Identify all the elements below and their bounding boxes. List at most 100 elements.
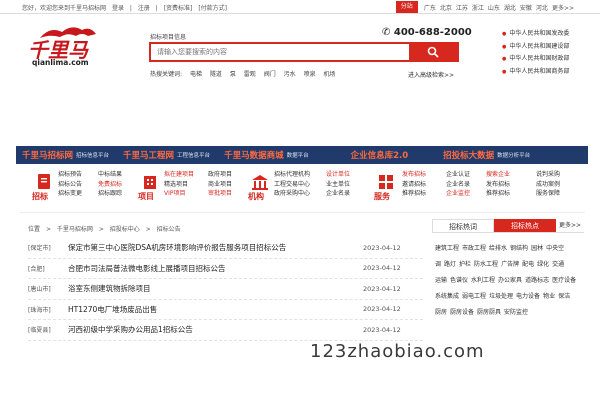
category-link[interactable]: 设计单位 (326, 170, 350, 180)
keyword-link[interactable]: 中央空 (546, 245, 564, 252)
list-item[interactable]: [珠海市] HT1270电厂堆场废品出售 2023-04-12 (28, 300, 423, 320)
listing-title[interactable]: 合肥市司法局普法微电影线上展播项目招标公告 (68, 263, 226, 274)
category-link[interactable]: 企业监控 (446, 189, 470, 199)
breadcrumb-item[interactable]: 千里马招标网 (57, 226, 93, 233)
hot-word-link[interactable]: 污水 (284, 71, 296, 78)
nav-item-zhaobiao[interactable]: 千里马招标网 招标信息平台 (16, 149, 109, 161)
gov-link[interactable]: 中华人民共和国发改委 (502, 28, 569, 41)
tab-hot-topics[interactable]: 招标热点 (494, 219, 556, 232)
keyword-link[interactable]: 配电 (522, 261, 534, 268)
city-link[interactable]: 河北 (536, 3, 548, 12)
keyword-link[interactable]: 护栏 (459, 261, 471, 268)
listing-title[interactable]: HT1270电厂堆场废品出售 (68, 304, 157, 315)
nav-item-enterprise-db[interactable]: 企业信息库2.0 (345, 149, 412, 161)
keyword-link[interactable]: 运输 (435, 277, 447, 284)
keyword-link[interactable]: 园林 (531, 245, 543, 252)
site-logo[interactable]: 千里马 qianlima.com (20, 20, 112, 76)
listing-title[interactable]: 浴室东侧建筑物拆除项目 (68, 283, 151, 294)
keyword-link[interactable]: 医疗设备 (552, 277, 576, 284)
nav-item-gongcheng[interactable]: 千里马工程网 工程信息平台 (117, 149, 210, 161)
hot-word-link[interactable]: 喷泉 (304, 71, 316, 78)
advanced-search-link[interactable]: 进入高级检索>> (408, 70, 454, 79)
gov-link[interactable]: 中华人民共和国建设部 (502, 41, 569, 54)
keyword-link[interactable]: 物业 (543, 293, 555, 300)
category-link[interactable]: 企业名录 (446, 180, 470, 190)
keyword-link[interactable]: 绿化 (537, 261, 549, 268)
keyword-link[interactable]: 道路标志 (525, 277, 549, 284)
category-link[interactable]: 企业名录 (326, 189, 350, 199)
category-link[interactable]: 推荐招标 (486, 189, 510, 199)
keyword-link[interactable]: 垃圾处理 (489, 293, 513, 300)
city-link[interactable]: 浙江 (472, 3, 484, 12)
nav-item-big-data[interactable]: 招投标大数据 数据分析平台 (437, 149, 530, 161)
category-link[interactable]: 说判采购 (536, 170, 560, 180)
hot-word-link[interactable]: 阀门 (264, 71, 276, 78)
listing-title[interactable]: 保定市第三中心医院DSA机房环境影响评价报告服务项目招标公告 (68, 242, 286, 253)
category-link[interactable]: 免费招标 (98, 180, 122, 190)
category-link[interactable]: 招标代理机构 (274, 170, 310, 180)
hot-word-link[interactable]: 电梯 (190, 71, 202, 78)
city-link[interactable]: 江苏 (456, 3, 468, 12)
nav-item-data-mall[interactable]: 千里马数据商城 数据平台 (218, 149, 309, 161)
listing-title[interactable]: 河西初级中学采购办公用品1招标公告 (68, 324, 193, 335)
keyword-link[interactable]: 防水工程 (474, 261, 498, 268)
keyword-link[interactable]: 市政工程 (462, 245, 486, 252)
keyword-link[interactable]: 给排水 (489, 245, 507, 252)
keyword-link[interactable]: 办公家具 (498, 277, 522, 284)
city-link[interactable]: 北京 (440, 3, 452, 12)
category-link[interactable]: 商业项目 (208, 180, 232, 190)
category-link[interactable]: 发布招标 (402, 170, 426, 180)
hot-word-link[interactable]: 雷观 (244, 71, 256, 78)
hot-word-link[interactable]: 机场 (324, 71, 336, 78)
keyword-link[interactable]: 水利工程 (471, 277, 495, 284)
search-input[interactable] (151, 44, 409, 60)
more-link[interactable]: 更多>> (556, 219, 584, 232)
hot-word-link[interactable]: 隧道 (210, 71, 222, 78)
city-link[interactable]: 广东 (424, 3, 436, 12)
category-link[interactable]: 招标预告 (58, 170, 82, 180)
city-link[interactable]: 湖北 (504, 3, 516, 12)
keyword-link[interactable]: 电力设备 (516, 293, 540, 300)
category-link[interactable]: 企业认证 (446, 170, 470, 180)
fees-link[interactable]: [资费标准] (164, 5, 193, 12)
list-item[interactable]: [临夏县] 河西初级中学采购办公用品1招标公告 2023-04-12 (28, 320, 423, 341)
list-item[interactable]: [保定市] 保定市第三中心医院DSA机房环境影响评价报告服务项目招标公告 202… (28, 238, 423, 259)
category-link[interactable]: 服务保障 (536, 189, 560, 199)
list-item[interactable]: [合肥] 合肥市司法局普法微电影线上展播项目招标公告 2023-04-12 (28, 259, 423, 279)
category-link[interactable]: VIP项目 (164, 189, 194, 199)
category-link[interactable]: 工程交易中心 (274, 180, 310, 190)
keyword-link[interactable]: 调 (435, 261, 441, 268)
keyword-link[interactable]: 色谱仪 (450, 277, 468, 284)
category-link[interactable]: 成功案例 (536, 180, 560, 190)
category-link[interactable]: 中标结果 (98, 170, 122, 180)
tab-hot-words[interactable]: 招标热词 (432, 219, 494, 232)
category-link[interactable]: 邀请招标 (402, 180, 426, 190)
category-link[interactable]: 审批项目 (208, 189, 232, 199)
category-link[interactable]: 精选项目 (164, 180, 194, 190)
keyword-link[interactable]: 系统集成 (435, 293, 459, 300)
search-button[interactable] (409, 44, 457, 60)
city-link[interactable]: 安徽 (520, 3, 532, 12)
keyword-link[interactable]: 安防监控 (504, 309, 528, 316)
hot-word-link[interactable]: 泵 (230, 71, 236, 78)
category-link[interactable]: 推荐招标 (402, 189, 426, 199)
payment-link[interactable]: [付款方式] (198, 5, 227, 12)
more-cities-link[interactable]: 更多>> (552, 3, 574, 12)
gov-link[interactable]: 中华人民共和国商务部 (502, 66, 569, 79)
category-link[interactable]: 搜索企业 (486, 170, 510, 180)
keyword-link[interactable]: 厨房 (435, 309, 447, 316)
category-link[interactable]: 招标跟踪 (98, 189, 122, 199)
category-link[interactable]: 发布招标 (486, 180, 510, 190)
keyword-link[interactable]: 厨房厨具 (477, 309, 501, 316)
gov-link[interactable]: 中华人民共和国财政部 (502, 53, 569, 66)
city-link[interactable]: 山东 (488, 3, 500, 12)
list-item[interactable]: [唐山市] 浴室东侧建筑物拆除项目 2023-04-12 (28, 279, 423, 300)
keyword-link[interactable]: 弱电工程 (462, 293, 486, 300)
keyword-link[interactable]: 钢结构 (510, 245, 528, 252)
keyword-link[interactable]: 交通 (552, 261, 564, 268)
breadcrumb-item[interactable]: 招投标中心 (110, 226, 140, 233)
category-link[interactable]: 业主单位 (326, 180, 350, 190)
keyword-link[interactable]: 保洁 (558, 293, 570, 300)
category-link[interactable]: 政府采购中心 (274, 189, 310, 199)
login-link[interactable]: 登录 (112, 5, 124, 12)
